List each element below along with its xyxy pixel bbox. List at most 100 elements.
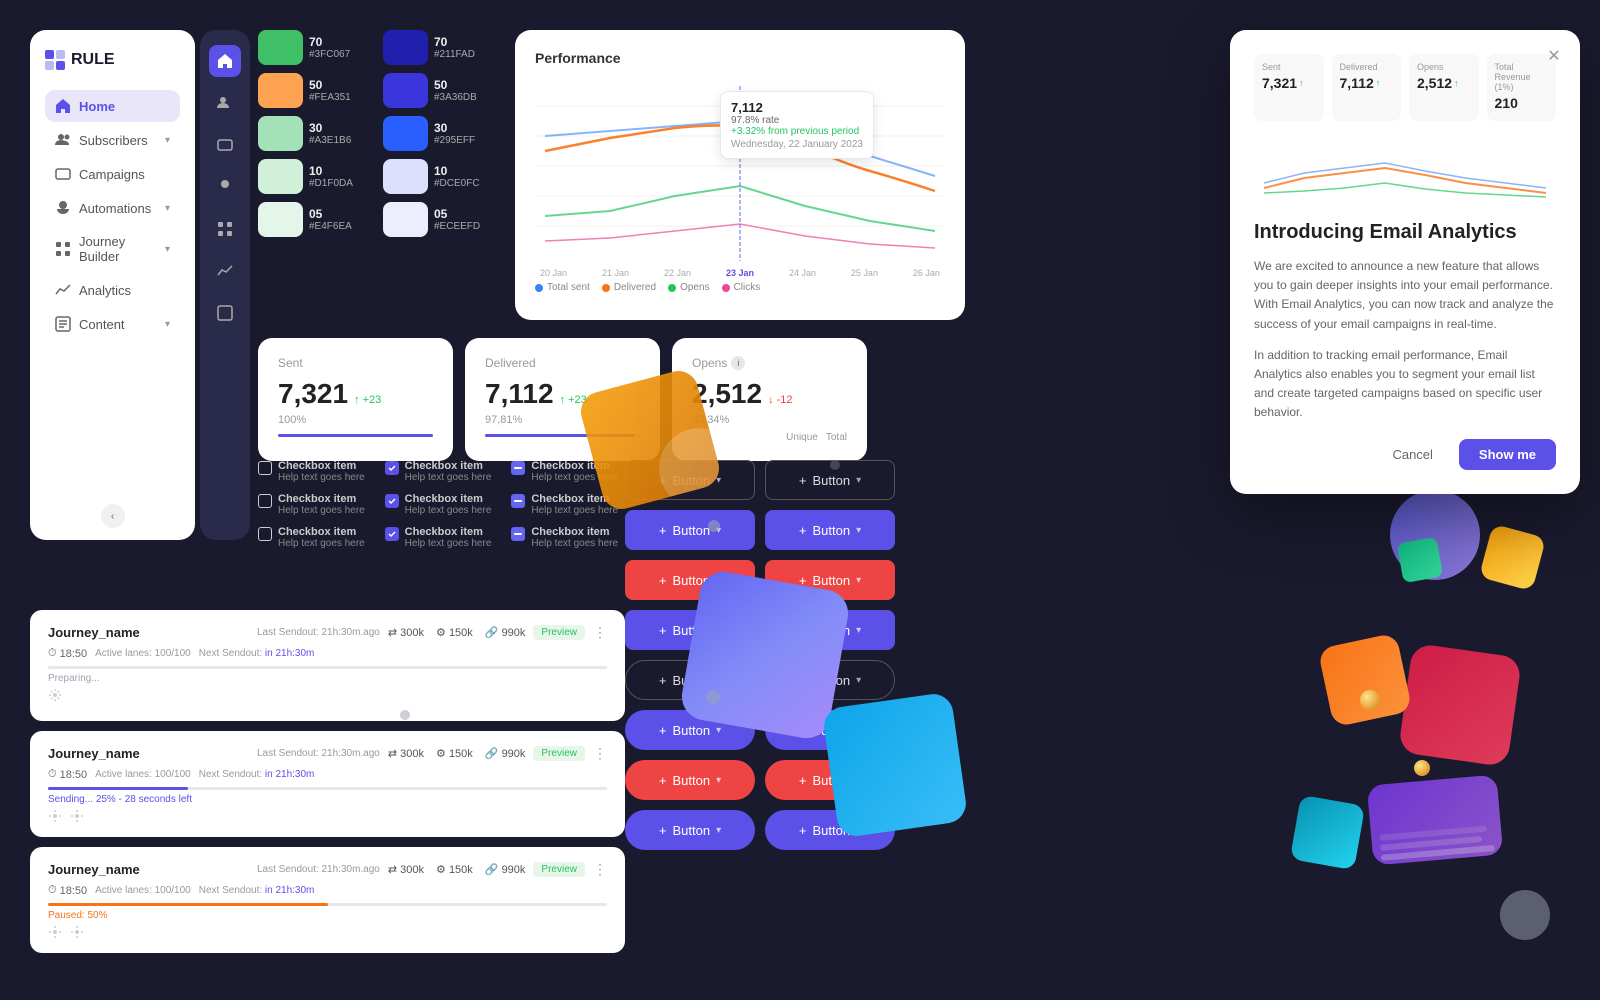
mini-subscribers-btn[interactable] [209,87,241,119]
mini-automations-btn[interactable] [209,171,241,203]
journey-stat-150k-1: ⚙ 150k [436,626,473,639]
checkbox-item-2: Checkbox item Help text goes here [385,460,502,483]
modal-desc-2: In addition to tracking email performanc… [1254,346,1556,423]
checkbox-8[interactable] [385,527,399,541]
color-box-blue-30 [383,116,428,151]
color-num-b3: 30 [434,121,475,135]
color-hex-b4: #DCE0FC [434,178,480,189]
journey-preview-btn-3[interactable]: Preview [533,862,585,877]
campaigns-icon [55,166,71,182]
plus-icon-5: + [659,573,667,588]
legend-dot-delivered [602,284,610,292]
cb-label-9: Checkbox item [531,526,618,538]
deco-3d-right-3 [1397,537,1443,583]
legend-total-sent: Total sent [535,282,590,293]
sidebar-collapse-btn[interactable]: ‹ [101,504,125,528]
plus-icon-9: + [659,673,667,688]
mini-automations-icon [217,179,233,195]
color-swatch-green-50: 50 #FEA351 [258,73,378,108]
checkbox-3[interactable] [511,461,525,475]
button-purple-1[interactable]: + Button ▾ [625,510,755,550]
sidebar-item-content[interactable]: Content ▾ [45,308,180,340]
modal-actions: Cancel Show me [1254,439,1556,470]
modal-stat-value-delivered: 7,112 [1340,75,1374,91]
modal-show-button[interactable]: Show me [1459,439,1556,470]
modal-chart-svg [1254,133,1556,203]
color-hex-b1: #211FAD [434,49,475,60]
journey-stat-990k-2: 🔗 990k [485,747,526,760]
cb-help-4: Help text goes here [278,505,365,516]
journey-stat-300k-1: ⇄ 300k [388,626,424,639]
journey-icon [55,241,71,257]
cb-help-1: Help text goes here [278,472,365,483]
modal-stat-change-sent: ↑ [1299,78,1304,88]
button-purple-pill-3[interactable]: + Button ▾ [625,810,755,850]
modal-close-btn[interactable]: ✕ [1542,44,1566,68]
opens-info-icon: i [731,356,745,370]
journey-progress-bar-3 [48,903,607,906]
cb-help-2: Help text goes here [405,472,492,483]
stat-change-sent: ↑ +23 [354,394,381,406]
content-icon [55,316,71,332]
mini-campaigns-btn[interactable] [209,129,241,161]
sidebar-label-automations: Automations [79,201,157,216]
stat-label-opens: Opens i [692,356,847,370]
sidebar-item-analytics[interactable]: Analytics [45,274,180,306]
deco-3d-right-6 [1367,774,1503,865]
checkbox-grid: Checkbox item Help text goes here Checkb… [258,460,628,549]
button-red-pill-1[interactable]: + Button ▾ [625,760,755,800]
checkbox-9[interactable] [511,527,525,541]
x-label-3: 22 Jan [664,268,691,278]
deco-dot-1 [708,520,720,532]
journey-gear-icon-3 [48,925,62,939]
sidebar-item-campaigns[interactable]: Campaigns [45,158,180,190]
checkbox-2[interactable] [385,461,399,475]
total-btn[interactable]: Total [826,432,847,443]
checkbox-6[interactable] [511,494,525,508]
checkbox-7[interactable] [258,527,272,541]
mini-analytics-btn[interactable] [209,255,241,287]
journey-stats-2: ⇄ 300k ⚙ 150k 🔗 990k [388,747,526,760]
journey-preview-btn-2[interactable]: Preview [533,746,585,761]
journey-preview-btn-1[interactable]: Preview [533,625,585,640]
button-purple-2[interactable]: + Button ▾ [765,510,895,550]
modal-stat-delivered: Delivered 7,112 ↑ [1332,54,1402,121]
unique-btn[interactable]: Unique [786,432,818,443]
checkbox-5[interactable] [385,494,399,508]
plus-icon-2: + [799,473,807,488]
sidebar-item-automations[interactable]: Automations ▾ [45,192,180,224]
sidebar-item-subscribers[interactable]: Subscribers ▾ [45,124,180,156]
mini-home-btn[interactable] [209,45,241,77]
journey-name-2: Journey_name [48,746,140,761]
journey-dots-3[interactable]: ⋮ [593,861,607,878]
color-palette: 70 #3FC067 50 #FEA351 30 #A3E1B6 10 #D1F… [258,30,503,340]
journey-dots-1[interactable]: ⋮ [593,624,607,641]
journey-dots-2[interactable]: ⋮ [593,745,607,762]
cb-label-4: Checkbox item [278,493,365,505]
modal-cancel-button[interactable]: Cancel [1376,439,1448,470]
color-swatch-green-10: 10 #D1F0DA [258,159,378,194]
btn-chevron-2: ▾ [856,475,861,486]
mini-content-btn[interactable] [209,297,241,329]
sidebar-item-journey-builder[interactable]: Journey Builder ▾ [45,226,180,272]
modal-stat-change-opens: ↑ [1454,78,1459,88]
journey-card-3: Journey_name Last Sendout: 21h:30m.ago ⇄… [30,847,625,953]
btn-chevron-8: ▾ [856,625,861,636]
chevron-icon-2: ▾ [165,203,170,214]
plus-icon-13: + [659,773,667,788]
btn-label-2: Button [812,473,850,488]
legend-label-opens: Opens [680,282,709,293]
modal-desc-1: We are excited to announce a new feature… [1254,257,1556,334]
color-num-5: 05 [309,207,352,221]
color-swatch-green-30: 30 #A3E1B6 [258,116,378,151]
mini-journey-btn[interactable] [209,213,241,245]
journey-gear-icon-3b [70,925,84,939]
x-label-4: 23 Jan [726,268,754,278]
journey-stat-990k-1: 🔗 990k [485,626,526,639]
checkbox-1[interactable] [258,461,272,475]
journey-next-2: Next Sendout: in 21h:30m [199,769,315,780]
btn-label-6: Button [812,573,850,588]
sidebar-item-home[interactable]: Home [45,90,180,122]
stat-sub-opens: 33,34% [692,414,847,426]
checkbox-4[interactable] [258,494,272,508]
